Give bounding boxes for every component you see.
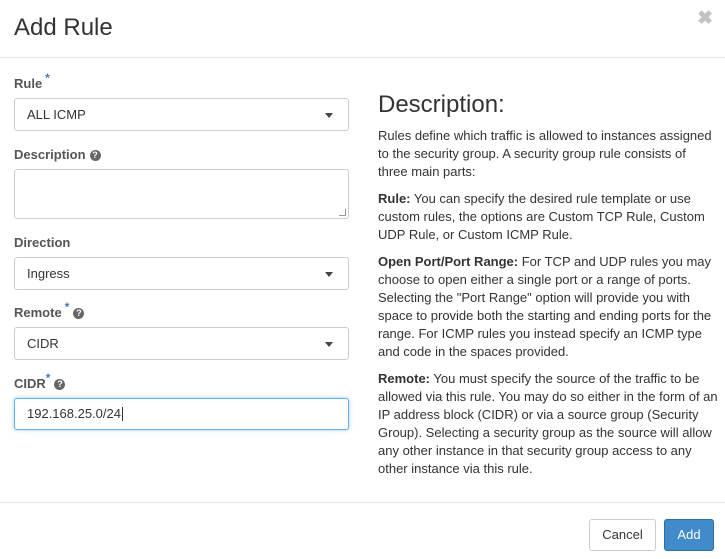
help-port-term: Open Port/Port Range: [378,254,519,269]
rule-select[interactable]: ALL ICMP [14,98,349,131]
caret-down-icon [325,113,333,118]
modal-header: Add Rule ✖ [0,0,725,58]
remote-label: Remote *? [14,300,85,321]
help-panel: Description: Rules define which traffic … [378,91,718,487]
cidr-input[interactable]: 192.168.25.0/24 [14,398,349,430]
modal-title: Add Rule [14,14,113,41]
help-rule-text: You can specify the desired rule templat… [378,191,705,242]
help-rule-paragraph: Rule: You can specify the desired rule t… [378,190,718,244]
cidr-label-text: CIDR [14,376,46,391]
question-circle-icon[interactable]: ? [54,379,66,390]
cancel-button[interactable]: Cancel [589,519,656,551]
question-circle-icon[interactable]: ? [73,308,85,319]
help-remote-text: You must specify the source of the traff… [378,371,718,476]
direction-label-text: Direction [14,235,71,250]
help-port-text: For TCP and UDP rules you may choose to … [378,254,712,359]
remote-select-value: CIDR [27,336,59,351]
cidr-label: CIDR*? [14,371,66,392]
text-cursor [121,407,123,421]
add-button[interactable]: Add [664,519,714,551]
help-intro: Rules define which traffic is allowed to… [378,128,712,179]
question-circle-icon[interactable]: ? [89,150,101,161]
rule-select-value: ALL ICMP [27,107,86,122]
required-mark: * [45,371,51,385]
help-port-paragraph: Open Port/Port Range: For TCP and UDP ru… [378,253,718,361]
remote-select[interactable]: CIDR [14,327,349,360]
direction-label: Direction [14,235,70,251]
description-textarea[interactable] [14,169,349,219]
help-remote-term: Remote: [378,371,431,386]
rule-label: Rule * [14,71,50,92]
rule-label-text: Rule [14,76,43,91]
direction-select-value: Ingress [27,266,70,281]
caret-down-icon [325,342,333,347]
help-remote-paragraph: Remote: You must specify the source of t… [378,370,718,478]
remote-label-text: Remote [14,305,62,320]
close-icon[interactable]: ✖ [697,9,713,29]
modal-footer: Cancel Add [0,502,725,559]
description-label: Description? [14,147,101,163]
direction-select[interactable]: Ingress [14,257,349,290]
help-title: Description: [378,91,505,118]
resize-handle[interactable] [339,209,346,216]
caret-down-icon [325,272,333,277]
required-mark: * [64,300,70,314]
help-rule-term: Rule: [378,191,411,206]
cidr-input-value: 192.168.25.0/24 [27,406,121,421]
required-mark: * [45,71,50,85]
description-label-text: Description [14,147,86,162]
